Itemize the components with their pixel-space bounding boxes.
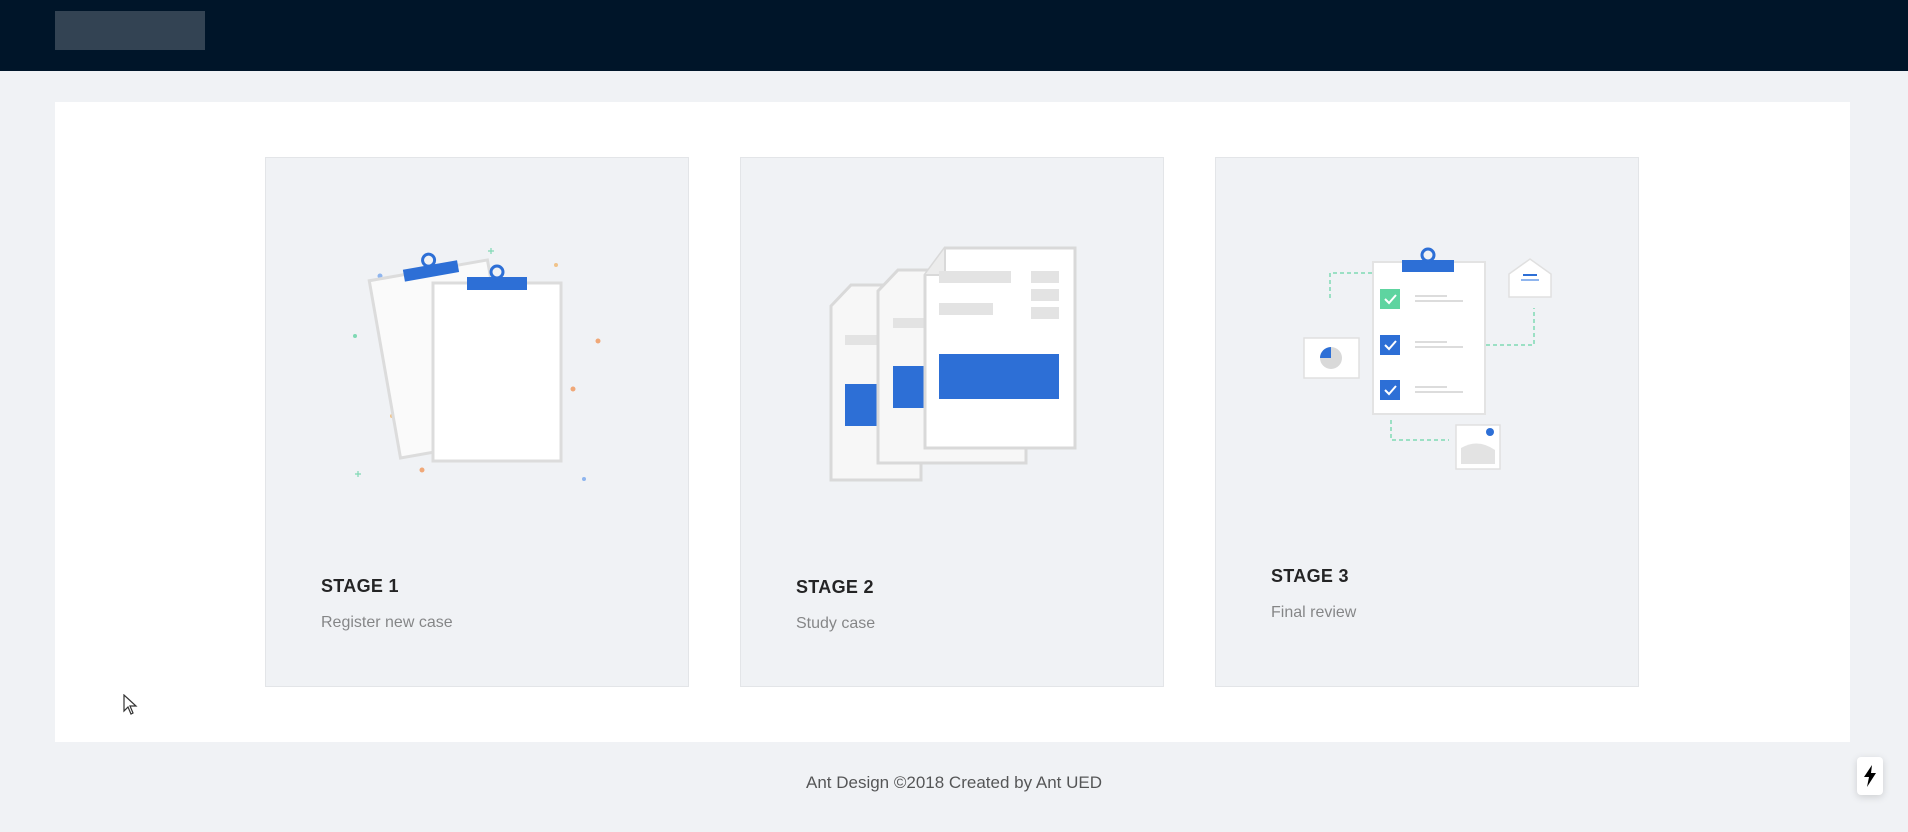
main-content: STAGE 1 Register new case STAGE 2 Study … [55, 102, 1850, 742]
stage-3-title: STAGE 3 [1271, 566, 1349, 586]
stage-2-description: Study case [796, 615, 876, 632]
documents-illustration [829, 246, 1077, 482]
logo-placeholder[interactable] [55, 11, 205, 50]
stage-1-description: Register new case [321, 614, 453, 631]
stage-2-title: STAGE 2 [796, 577, 874, 597]
stage-1-card[interactable]: STAGE 1 Register new case [265, 157, 689, 687]
lightning-icon [1864, 765, 1876, 787]
footer-text: Ant Design ©2018 Created by Ant UED [805, 773, 1103, 792]
stage-2-card[interactable]: STAGE 2 Study case [740, 157, 1164, 687]
floating-action-button[interactable] [1857, 757, 1883, 795]
clipboards-illustration [353, 248, 601, 481]
stage-3-card[interactable]: STAGE 3 Final review [1215, 157, 1639, 687]
stage-3-description: Final review [1271, 604, 1357, 621]
mouse-cursor-icon [123, 694, 138, 715]
top-header [0, 0, 1908, 71]
stage-1-title: STAGE 1 [321, 576, 399, 596]
